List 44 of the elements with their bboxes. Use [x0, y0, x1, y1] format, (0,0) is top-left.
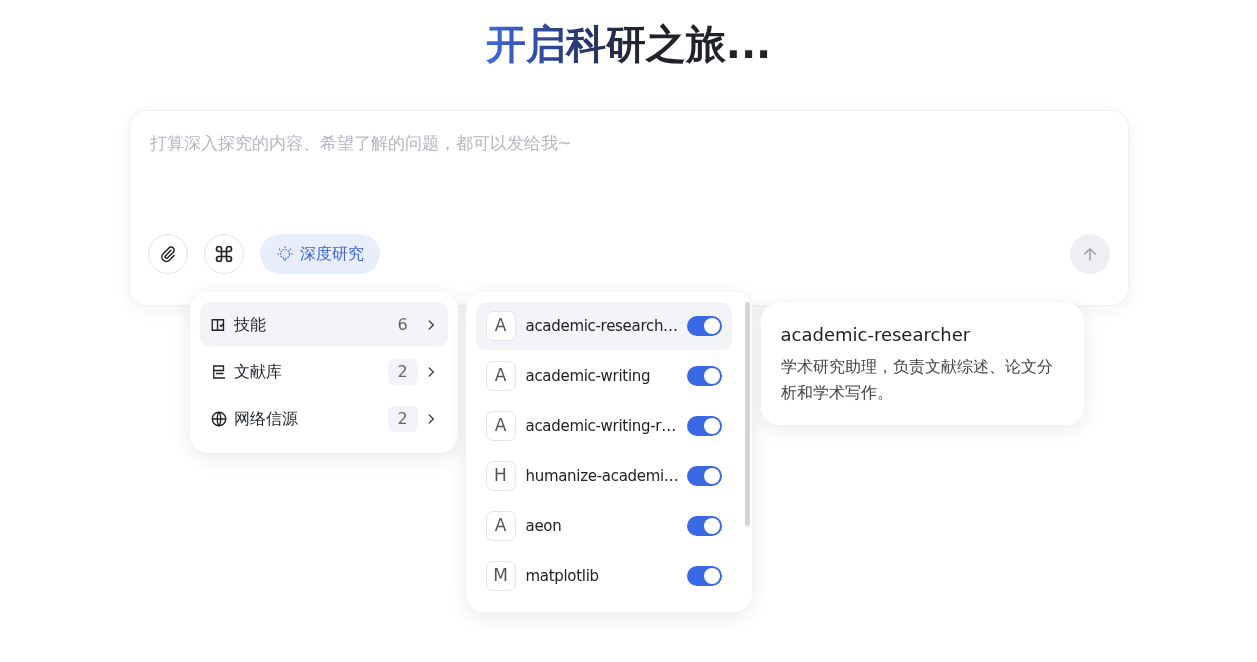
scrollbar-thumb[interactable]: [744, 302, 750, 526]
lightbulb-icon: [275, 245, 294, 263]
menu-item[interactable]: 文献库 2: [199, 349, 448, 394]
command-button[interactable]: [203, 234, 244, 274]
tooltip-title: academic-researcher: [780, 323, 972, 347]
menu-item[interactable]: 技能 6: [199, 302, 448, 347]
toggle-switch[interactable]: [686, 366, 722, 386]
skill-name: matplotlib: [525, 565, 600, 587]
menu-item[interactable]: 网络信源 2: [199, 396, 448, 441]
attach-button[interactable]: [147, 234, 188, 274]
skill-item[interactable]: A academic-writing: [475, 352, 732, 400]
skill-name: aeon: [525, 515, 563, 537]
menu-label: 网络信源: [233, 407, 298, 430]
skill-avatar: A: [485, 361, 516, 391]
toggle-switch[interactable]: [686, 466, 722, 486]
command-icon: [213, 244, 234, 264]
menu-label: 技能: [233, 313, 266, 336]
skill-item[interactable]: H humanize-academi…: [475, 452, 732, 500]
skill-name: humanize-academi…: [525, 465, 677, 487]
skill-name: academic-writing-r…: [525, 415, 677, 437]
toggle-switch[interactable]: [686, 316, 722, 336]
skill-name: academic-writing: [525, 365, 652, 387]
count-badge: 2: [387, 358, 418, 385]
skill-item[interactable]: M matplotlib: [475, 552, 732, 600]
skill-avatar: M: [485, 561, 516, 591]
toggle-switch[interactable]: [686, 416, 722, 436]
globe-icon: [209, 409, 228, 428]
prompt-field[interactable]: 打算深入探究的内容、希望了解的问题，都可以发给我~ 深度研究: [128, 110, 1129, 306]
skill-avatar: A: [485, 511, 516, 541]
skill-name: academic-research…: [525, 315, 677, 337]
toggle-switch[interactable]: [686, 516, 722, 536]
skill-avatar: H: [485, 461, 516, 491]
deep-research-toggle[interactable]: 深度研究: [259, 234, 380, 274]
tooltip-description: 学术研究助理，负责文献综述、论文分析和学术写作。: [780, 357, 1054, 405]
count-badge: 2: [387, 405, 418, 432]
skill-avatar: A: [485, 311, 516, 341]
skill-item[interactable]: A academic-writing-r…: [475, 402, 732, 450]
skill-item[interactable]: A academic-research…: [475, 302, 732, 350]
count-label: 6: [396, 313, 409, 336]
paperclip-icon: [158, 245, 177, 263]
skill-avatar: A: [485, 411, 516, 441]
skill-item[interactable]: A aeon: [475, 502, 732, 550]
toggle-switch[interactable]: [686, 566, 722, 586]
menu-label: 文献库: [233, 360, 282, 383]
